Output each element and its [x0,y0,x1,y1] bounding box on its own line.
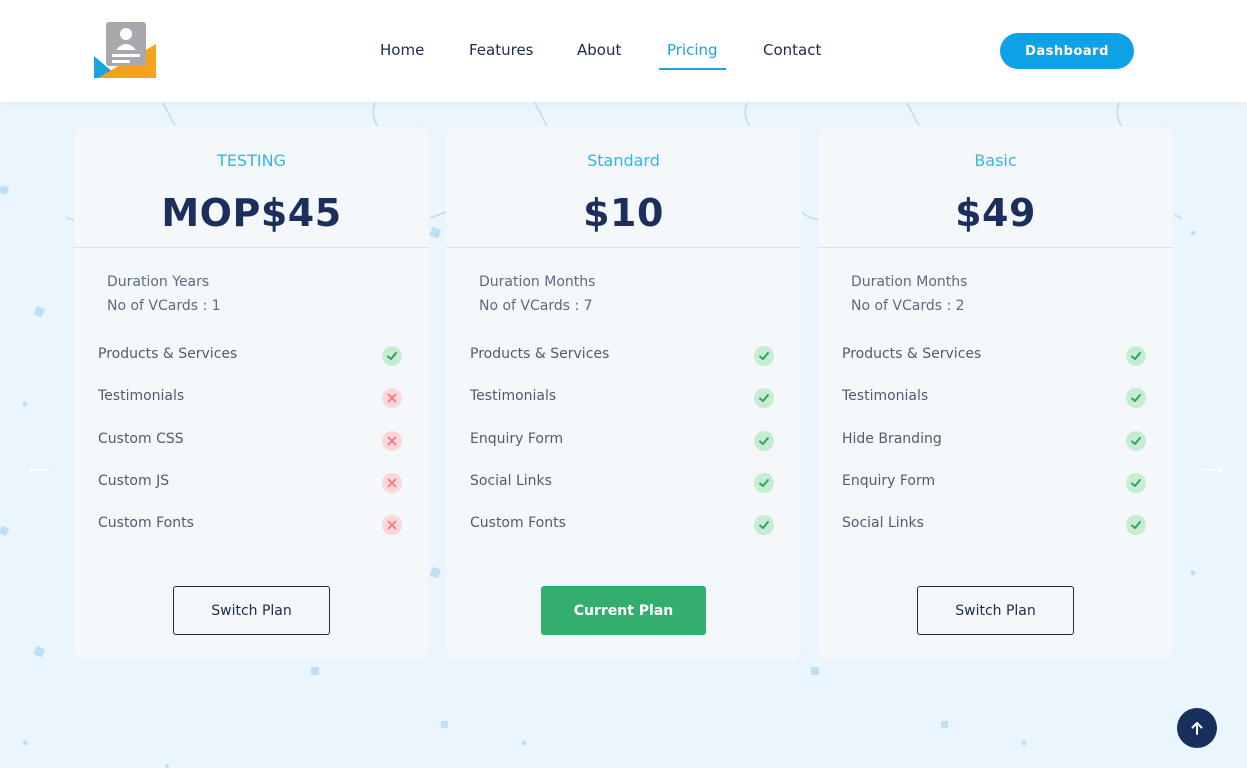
plan-name: Basic [974,151,1017,170]
feature-label: Testimonials [842,388,929,404]
feature-row: Hide Branding [842,429,1148,453]
feature-label: Enquiry Form [470,431,564,447]
check-icon [1126,346,1146,366]
nav-pricing[interactable]: Pricing [659,38,726,70]
check-icon [754,388,774,408]
feature-row: Enquiry Form [842,471,1148,495]
feature-row: Testimonials [470,386,776,410]
pricing-card-header: TESTING MOP$45 [74,127,429,248]
feature-row: Custom JS [98,471,404,495]
feature-label: Custom CSS [98,431,184,447]
switch-plan-button[interactable]: Switch Plan [173,586,330,635]
plan-duration: Duration Months [851,274,968,290]
check-icon [754,515,774,535]
feature-row: Social Links [470,471,776,495]
dashboard-button[interactable]: Dashboard [1000,33,1134,69]
check-icon [1126,431,1146,451]
nav-about[interactable]: About [577,38,621,70]
check-icon [754,431,774,451]
pricing-card-standard: Standard $10 Duration Months No of VCard… [446,127,801,659]
site-header: Home Features About Pricing Contact Dash… [0,0,1247,102]
feature-label: Custom JS [98,473,170,489]
plan-price: $49 [955,191,1036,235]
switch-plan-button[interactable]: Switch Plan [917,586,1074,635]
feature-label: Enquiry Form [842,473,936,489]
current-plan-button[interactable]: Current Plan [541,586,706,635]
feature-label: Hide Branding [842,431,942,447]
pricing-card-header: Basic $49 [818,127,1173,248]
feature-row: Products & Services [842,344,1148,368]
plan-price: MOP$45 [161,191,342,235]
plan-duration: Duration Months [479,274,596,290]
feature-row: Testimonials [98,386,404,410]
scroll-to-top-button[interactable] [1177,708,1217,748]
check-icon [754,473,774,493]
cross-icon [382,431,402,451]
feature-label: Products & Services [470,346,610,362]
plan-name: Standard [587,151,660,170]
nav-home[interactable]: Home [380,38,424,70]
feature-label: Testimonials [98,388,185,404]
plan-name: TESTING [217,151,286,170]
feature-label: Social Links [470,473,552,489]
plan-price: $10 [583,191,664,235]
check-icon [382,346,402,366]
nav-features[interactable]: Features [469,38,534,70]
pricing-card-header: Standard $10 [446,127,801,248]
feature-label: Custom Fonts [98,515,194,531]
plan-vcards: No of VCards : 1 [107,298,221,314]
pricing-card-basic: Basic $49 Duration Months No of VCards :… [818,127,1173,659]
carousel-next-arrow-icon[interactable]: ⟶ [1200,460,1223,479]
arrow-up-icon [1191,722,1203,735]
feature-label: Products & Services [98,346,238,362]
feature-row: Products & Services [98,344,404,368]
feature-label: Products & Services [842,346,982,362]
feature-row: Social Links [842,513,1148,537]
check-icon [1126,473,1146,493]
feature-row: Testimonials [842,386,1148,410]
feature-label: Testimonials [470,388,557,404]
nav-contact[interactable]: Contact [763,38,821,70]
feature-row: Products & Services [470,344,776,368]
pricing-card-testing: TESTING MOP$45 Duration Years No of VCar… [74,127,429,659]
cross-icon [382,388,402,408]
feature-row: Custom Fonts [470,513,776,537]
check-icon [1126,515,1146,535]
plan-vcards: No of VCards : 2 [851,298,965,314]
feature-row: Custom Fonts [98,513,404,537]
feature-label: Custom Fonts [470,515,566,531]
feature-row: Custom CSS [98,429,404,453]
plan-vcards: No of VCards : 7 [479,298,593,314]
feature-label: Social Links [842,515,924,531]
plan-duration: Duration Years [107,274,210,290]
check-icon [1126,388,1146,408]
cross-icon [382,515,402,535]
feature-row: Enquiry Form [470,429,776,453]
check-icon [754,346,774,366]
cross-icon [382,473,402,493]
carousel-prev-arrow-icon[interactable]: ⟵ [28,460,51,479]
